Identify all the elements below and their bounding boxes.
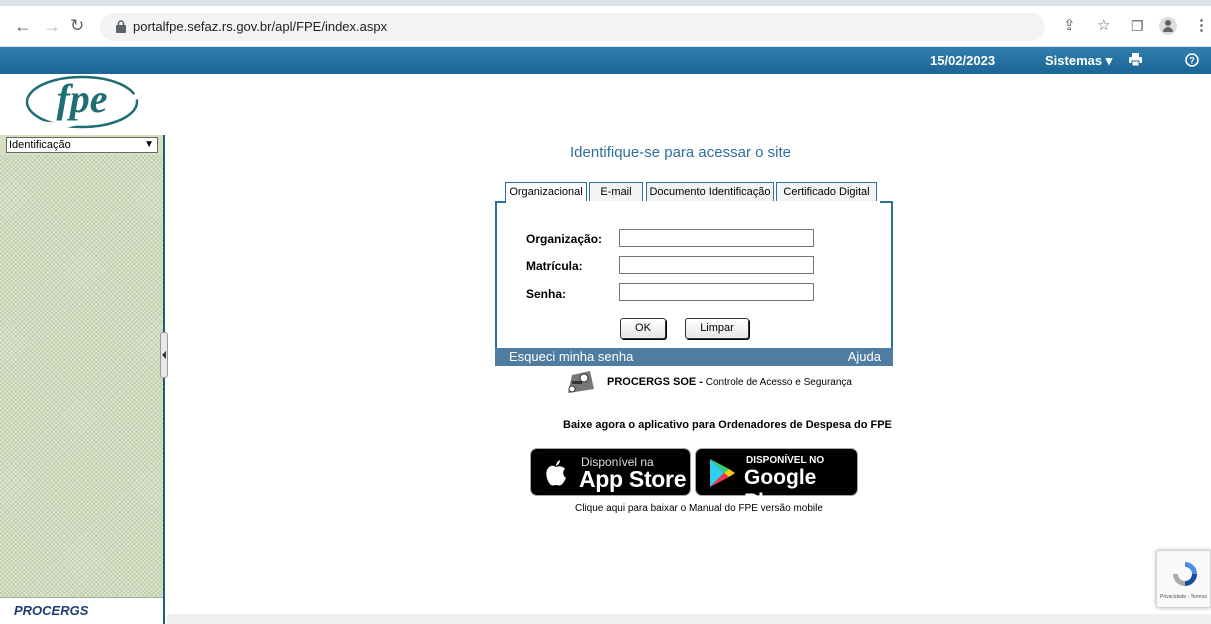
- tab-email[interactable]: E-mail: [589, 182, 643, 202]
- panel-footer-bar: Esqueci minha senha Ajuda: [495, 348, 893, 366]
- soe-description: Controle de Acesso e Segurança: [702, 377, 852, 388]
- lock-icon[interactable]: [116, 20, 126, 33]
- systems-menu[interactable]: Sistemas ▾: [1045, 53, 1112, 69]
- recaptcha-badge[interactable]: Privacidade - Termos: [1156, 550, 1211, 608]
- bottom-strip: [167, 614, 1211, 624]
- browser-toolbar: ← → ↻ portalfpe.sefaz.rs.gov.br/apl/FPE/…: [0, 6, 1211, 47]
- menu-dots-icon[interactable]: ⋮: [1194, 16, 1209, 36]
- current-date: 15/02/2023: [930, 53, 996, 68]
- soe-brand: PROCERGS SOE -: [607, 376, 703, 388]
- clear-button[interactable]: Limpar: [685, 318, 749, 339]
- tab-documento[interactable]: Documento Identificação: [646, 182, 774, 202]
- fpe-logo-text: fpe: [56, 76, 107, 121]
- app-store-big-text: App Store: [579, 466, 687, 492]
- help-link[interactable]: Ajuda: [848, 348, 881, 365]
- app-promo-text: Baixe agora o aplicativo para Ordenadore…: [563, 419, 892, 431]
- recaptcha-icon: [1173, 562, 1197, 586]
- share-icon[interactable]: ⇪: [1063, 16, 1076, 36]
- app-store-badge[interactable]: Disponível na App Store: [530, 448, 691, 496]
- chevron-down-icon: ▼: [144, 139, 154, 150]
- password-input[interactable]: [619, 283, 814, 301]
- forward-arrow-icon[interactable]: →: [43, 15, 61, 37]
- registration-input[interactable]: [619, 256, 814, 274]
- apple-icon: [546, 460, 566, 486]
- soe-caption: PROCERGS SOE - Controle de Acesso e Segu…: [607, 376, 852, 388]
- procergs-logo: PROCERGS: [0, 597, 163, 624]
- organization-input[interactable]: [619, 229, 814, 247]
- fpe-logo: fpe: [0, 74, 165, 135]
- forgot-password-link[interactable]: Esqueci minha senha: [509, 348, 633, 365]
- menu-select[interactable]: Identificação ▼: [6, 137, 158, 153]
- recaptcha-footer[interactable]: Privacidade - Termos: [1160, 594, 1207, 600]
- soe-key-icon: [568, 371, 594, 393]
- systems-label: Sistemas: [1045, 53, 1103, 68]
- organization-label: Organização:: [526, 232, 603, 246]
- procergs-logo-text: PROCERGS: [14, 603, 89, 618]
- tab-certificado[interactable]: Certificado Digital: [776, 182, 877, 202]
- star-icon[interactable]: ☆: [1097, 16, 1110, 36]
- reload-icon[interactable]: ↻: [70, 15, 84, 37]
- page-title: Identifique-se para acessar o site: [570, 144, 791, 161]
- side-panel-icon[interactable]: ❐: [1131, 16, 1144, 36]
- manual-download-link[interactable]: Clique aqui para baixar o Manual do FPE …: [575, 503, 823, 514]
- registration-label: Matrícula:: [526, 259, 583, 273]
- help-icon[interactable]: ?: [1185, 53, 1199, 70]
- back-arrow-icon[interactable]: ←: [14, 15, 32, 37]
- svg-text:?: ?: [1189, 56, 1195, 66]
- sidebar: fpe Identificação ▼ PROCERGS: [0, 74, 165, 624]
- top-bar: 15/02/2023 Sistemas ▾ ?: [0, 47, 1211, 74]
- address-bar[interactable]: portalfpe.sefaz.rs.gov.br/apl/FPE/index.…: [100, 13, 1045, 41]
- password-label: Senha:: [526, 287, 567, 301]
- google-play-badge[interactable]: DISPONÍVEL NO Google Play: [695, 448, 858, 513]
- url-text[interactable]: portalfpe.sefaz.rs.gov.br/apl/FPE/index.…: [133, 19, 387, 34]
- browser-chrome: ← → ↻ portalfpe.sefaz.rs.gov.br/apl/FPE/…: [0, 0, 1211, 47]
- profile-icon[interactable]: [1159, 17, 1177, 35]
- printer-icon[interactable]: [1129, 53, 1142, 69]
- menu-select-value: Identificação: [9, 139, 71, 151]
- chevron-down-icon: ▾: [1105, 53, 1113, 68]
- sidebar-menu-area: [0, 155, 163, 597]
- sidebar-collapse-handle[interactable]: [160, 332, 168, 378]
- ok-button[interactable]: OK: [620, 318, 666, 339]
- google-play-icon: [710, 459, 735, 487]
- google-play-small-text: DISPONÍVEL NO: [746, 455, 825, 466]
